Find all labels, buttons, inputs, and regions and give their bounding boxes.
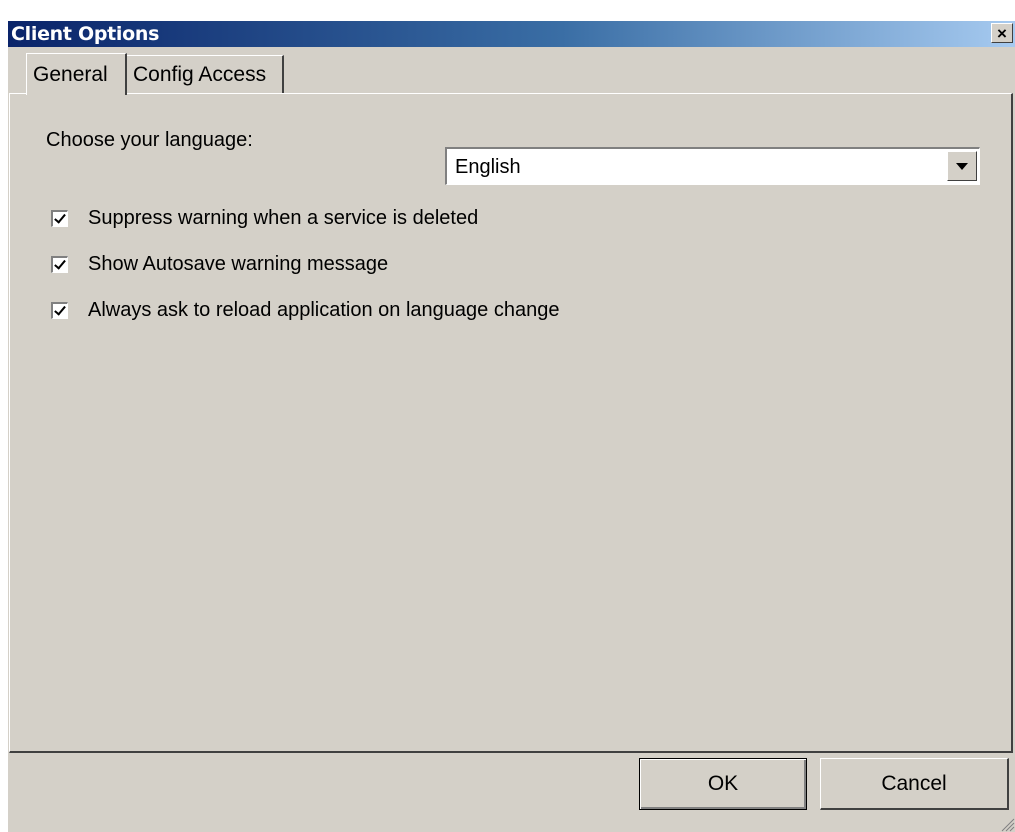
cancel-button[interactable]: Cancel [820,758,1009,810]
close-icon: × [997,23,1007,43]
ok-button[interactable]: OK [639,758,807,810]
window-title: Client Options [11,23,160,45]
resize-grip-icon[interactable] [999,816,1015,832]
tab-general-label: General [33,62,108,86]
tab-general[interactable]: General [26,53,127,95]
ok-button-label: OK [707,772,739,795]
cancel-button-label: Cancel [881,771,947,795]
title-bar[interactable]: Client Options × [8,21,1015,47]
close-button[interactable]: × [991,23,1013,43]
tab-config-access[interactable]: Config Access [127,55,284,93]
client-options-dialog: Client Options × General Config Access C… [8,21,1015,832]
tab-config-access-label: Config Access [133,62,267,86]
general-tab-panel [9,93,1013,753]
